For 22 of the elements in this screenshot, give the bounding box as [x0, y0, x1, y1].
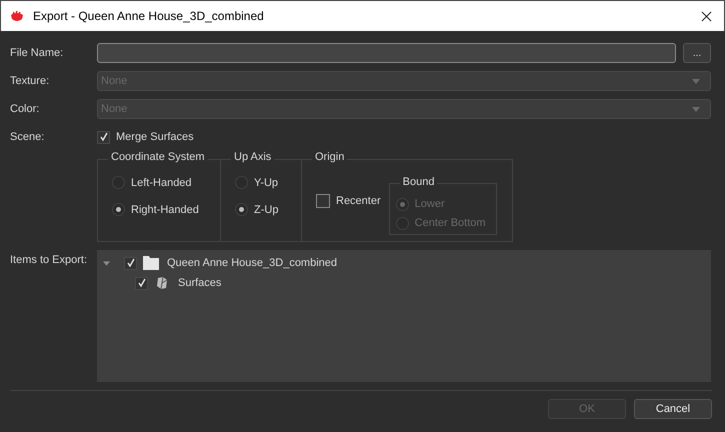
tree-item[interactable]: Queen Anne House_3D_combined	[167, 257, 338, 269]
checkbox-label: Recenter	[336, 194, 381, 206]
radio-label: Left-Handed	[131, 176, 192, 188]
dialog-button[interactable]: Cancel	[634, 399, 712, 419]
field-label: File Name:	[10, 47, 64, 59]
group-title: Up Axis	[231, 151, 274, 163]
radio-label: Lower	[414, 198, 445, 210]
radio-label: Y-Up	[254, 176, 278, 188]
group-title: Bound	[400, 176, 438, 188]
checkbox-label: Merge Surfaces	[116, 131, 194, 143]
window-title: Export - Queen Anne House_3D_combined	[33, 9, 265, 23]
field-label: Color:	[10, 103, 40, 115]
radio-label: Center Bottom	[414, 217, 486, 229]
browse-button[interactable]: ...	[683, 43, 711, 63]
radio-label: Z-Up	[254, 204, 278, 216]
tree-item[interactable]: Surfaces	[178, 277, 222, 289]
field-label: Texture:	[10, 75, 50, 87]
group-title: Coordinate System	[108, 151, 208, 163]
field-label: Scene:	[10, 131, 46, 143]
field-label: Items to Export:	[10, 253, 88, 268]
group-title: Origin	[312, 151, 348, 163]
radio-label: Right-Handed	[131, 204, 199, 216]
